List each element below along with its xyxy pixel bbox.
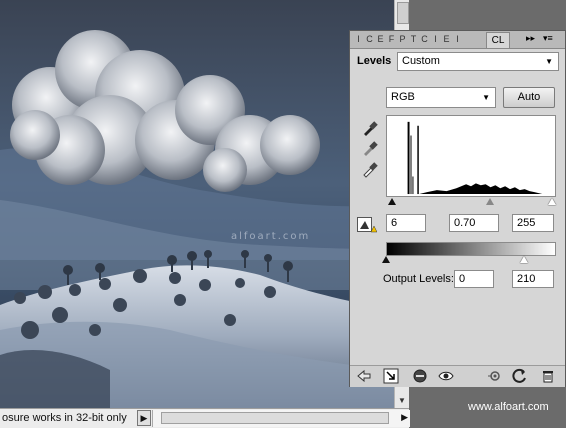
- panel-tab[interactable]: I: [354, 33, 363, 45]
- chevron-down-icon: ▼: [482, 93, 490, 102]
- output-gradient: [386, 242, 556, 256]
- input-black-field[interactable]: 6: [386, 214, 426, 232]
- scroll-down-arrow-icon[interactable]: ▼: [395, 394, 409, 408]
- tab-adjustments[interactable]: CL: [486, 32, 510, 48]
- panel-tab[interactable]: C: [365, 33, 374, 45]
- output-levels-label: Output Levels:: [383, 273, 454, 285]
- watermark: alfoart.com: [231, 231, 311, 242]
- channel-value: RGB: [391, 91, 415, 103]
- preset-dropdown[interactable]: Custom ▼: [397, 52, 559, 71]
- horizontal-scrollbar[interactable]: ▶: [152, 410, 410, 427]
- input-gamma-slider[interactable]: [486, 198, 494, 205]
- adjustments-panel: I C E F P T C I E I CL ▸▸ ▾≡ Levels Cust…: [349, 30, 566, 387]
- panel-tab[interactable]: T: [409, 33, 418, 45]
- panel-tab[interactable]: E: [376, 33, 385, 45]
- previous-state-icon[interactable]: [486, 368, 502, 384]
- input-gamma-field[interactable]: 0.70: [449, 214, 499, 232]
- panel-tab[interactable]: F: [387, 33, 396, 45]
- output-white-field[interactable]: 210: [512, 270, 554, 288]
- credit-text: www.alfoart.com: [468, 401, 549, 413]
- panel-tab[interactable]: C: [420, 33, 429, 45]
- status-menu-arrow-icon[interactable]: ▶: [137, 410, 151, 426]
- scroll-right-arrow-icon[interactable]: ▶: [401, 412, 408, 423]
- chevron-down-icon: ▼: [545, 57, 553, 66]
- histogram: [386, 115, 556, 197]
- channel-dropdown[interactable]: RGB ▼: [386, 87, 496, 108]
- panel-tab[interactable]: I: [431, 33, 440, 45]
- scroll-thumb[interactable]: [161, 412, 389, 424]
- clipping-warning-icon[interactable]: [357, 217, 377, 233]
- collapse-panel-icon[interactable]: ▸▸: [526, 33, 535, 44]
- output-black-slider[interactable]: [382, 256, 390, 263]
- panel-tab[interactable]: E: [442, 33, 451, 45]
- output-black-field[interactable]: 0: [454, 270, 494, 288]
- input-white-field[interactable]: 255: [512, 214, 554, 232]
- clip-to-layer-icon[interactable]: [412, 368, 428, 384]
- panel-tab[interactable]: P: [398, 33, 407, 45]
- auto-button[interactable]: Auto: [503, 87, 555, 108]
- black-point-eyedropper-icon[interactable]: [361, 119, 379, 137]
- panel-menu-icon[interactable]: ▾≡: [543, 33, 553, 44]
- expand-view-icon[interactable]: [383, 368, 399, 384]
- input-white-slider[interactable]: [548, 198, 556, 205]
- reset-icon[interactable]: [512, 368, 528, 384]
- trash-icon[interactable]: [540, 368, 556, 384]
- input-black-slider[interactable]: [388, 198, 396, 205]
- gray-point-eyedropper-icon[interactable]: [361, 139, 379, 157]
- artwork-image: [0, 0, 394, 408]
- panel-tab-strip: I C E F P T C I E I CL ▸▸ ▾≡: [350, 31, 565, 49]
- status-bar: osure works in 32-bit only ▶ ▶: [0, 408, 410, 428]
- preset-value: Custom: [402, 55, 440, 67]
- return-arrow-icon[interactable]: [356, 368, 372, 384]
- scroll-thumb[interactable]: [397, 2, 409, 24]
- panel-tab[interactable]: I: [453, 33, 462, 45]
- document-canvas[interactable]: alfoart.com: [0, 0, 394, 408]
- white-point-eyedropper-icon[interactable]: [361, 160, 379, 178]
- status-text: osure works in 32-bit only: [2, 412, 127, 424]
- panel-footer: [350, 365, 565, 387]
- panel-title: Levels: [357, 55, 392, 67]
- visibility-eye-icon[interactable]: [438, 368, 454, 384]
- output-white-slider[interactable]: [520, 256, 528, 263]
